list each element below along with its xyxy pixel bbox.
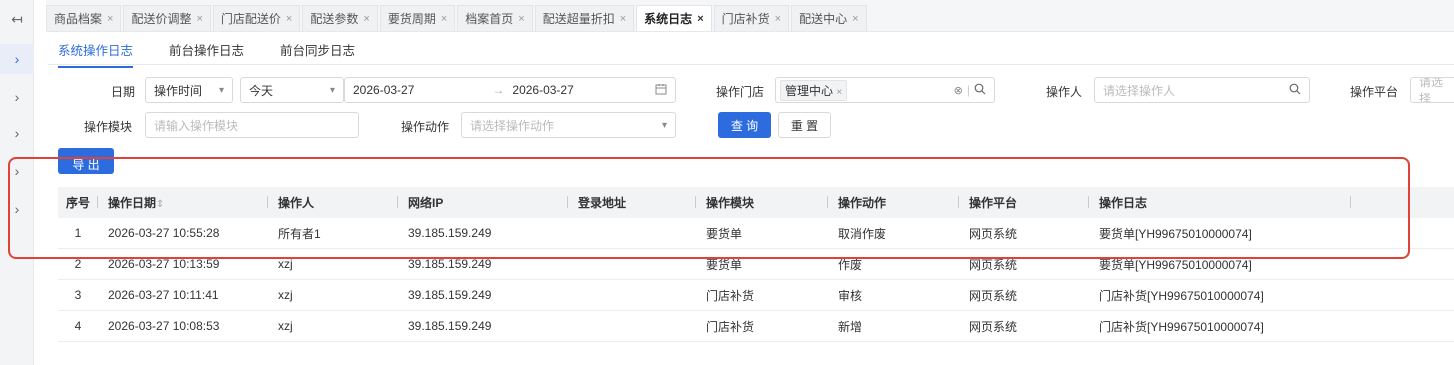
column-header-login-address: 登录地址: [568, 194, 696, 211]
column-header-ip: 网络IP: [398, 194, 568, 211]
date-label: 日期: [111, 85, 136, 99]
column-header-index: 序号: [58, 194, 98, 211]
tab-store-replenish[interactable]: 门店补货 ×: [713, 5, 790, 31]
column-header-operator: 操作人: [268, 194, 398, 211]
sort-icon[interactable]: ⇕: [156, 199, 164, 210]
platform-select[interactable]: 请选择: [1410, 77, 1454, 103]
close-icon[interactable]: ×: [697, 13, 703, 25]
column-header-module: 操作模块: [696, 194, 828, 211]
action-select[interactable]: 请选择操作动作 ▾: [461, 112, 676, 138]
search-icon[interactable]: [1289, 83, 1301, 98]
column-header-date[interactable]: 操作日期⇕: [98, 194, 268, 211]
tab-delivery-price-adjust[interactable]: 配送价调整 ×: [123, 5, 211, 31]
close-icon[interactable]: ×: [363, 13, 369, 25]
column-header-log: 操作日志: [1089, 194, 1351, 211]
chevron-down-icon: ▾: [329, 84, 335, 96]
date-type-select[interactable]: 操作时间 ▾: [145, 77, 233, 103]
close-icon[interactable]: ×: [775, 13, 781, 25]
module-input[interactable]: 请输入操作模块: [145, 112, 359, 138]
tab-order-cycle[interactable]: 要货周期 ×: [379, 5, 456, 31]
date-range-picker[interactable]: 2026-03-27 → 2026-03-27: [344, 77, 676, 103]
date-end[interactable]: 2026-03-27: [512, 83, 573, 97]
store-select[interactable]: 管理中心 × ⊗ |: [775, 77, 995, 103]
action-label: 操作动作: [401, 120, 450, 134]
left-rail: ↤ › › › › ›: [0, 0, 34, 365]
expand-icon[interactable]: ›: [0, 82, 34, 112]
table-header: 序号 操作日期⇕ 操作人 网络IP 登录地址 操作模块 操作动作 操作平台 操作…: [58, 187, 1454, 218]
close-icon[interactable]: ×: [852, 13, 858, 25]
reset-button[interactable]: 重 置: [778, 112, 831, 138]
close-icon[interactable]: ×: [286, 13, 292, 25]
column-header-platform: 操作平台: [959, 194, 1089, 211]
close-icon[interactable]: ×: [518, 13, 524, 25]
store-tag: 管理中心 ×: [780, 79, 848, 101]
search-icon[interactable]: [974, 83, 986, 98]
clear-icon[interactable]: ⊗: [954, 84, 963, 97]
column-header-action: 操作动作: [828, 194, 959, 211]
operator-select[interactable]: 请选择操作人: [1094, 77, 1310, 103]
calendar-icon[interactable]: [655, 83, 667, 98]
tab-overage-discount[interactable]: 配送超量折扣 ×: [534, 5, 635, 31]
table-row[interactable]: 2 2026-03-27 10:13:59 xzj 39.185.159.249…: [58, 249, 1454, 280]
divider: |: [966, 83, 970, 97]
tab-product-archive[interactable]: 商品档案 ×: [46, 5, 122, 31]
tab-store-delivery-price[interactable]: 门店配送价 ×: [212, 5, 301, 31]
store-label: 操作门店: [716, 85, 765, 99]
expand-icon[interactable]: ›: [0, 156, 34, 186]
operator-label: 操作人: [1046, 85, 1083, 99]
tab-archive-home[interactable]: 档案首页 ×: [457, 5, 533, 31]
export-button[interactable]: 导 出: [58, 148, 114, 174]
module-label: 操作模块: [84, 120, 133, 134]
date-preset-select[interactable]: 今天 ▾: [240, 77, 344, 103]
expand-icon[interactable]: ›: [0, 118, 34, 148]
tab-system-log[interactable]: 系统日志 ×: [636, 5, 712, 31]
divider: [48, 64, 1454, 65]
tab-delivery-center[interactable]: 配送中心 ×: [791, 5, 867, 31]
date-start[interactable]: 2026-03-27: [353, 83, 414, 97]
close-icon[interactable]: ×: [836, 87, 842, 98]
close-icon[interactable]: ×: [441, 13, 447, 25]
close-icon[interactable]: ×: [196, 13, 202, 25]
log-table: 序号 操作日期⇕ 操作人 网络IP 登录地址 操作模块 操作动作 操作平台 操作…: [58, 187, 1454, 342]
table-row[interactable]: 4 2026-03-27 10:08:53 xzj 39.185.159.249…: [58, 311, 1454, 342]
expand-icon[interactable]: ›: [0, 44, 34, 74]
collapse-icon[interactable]: ↤: [0, 4, 34, 34]
table-row[interactable]: 3 2026-03-27 10:11:41 xzj 39.185.159.249…: [58, 280, 1454, 311]
platform-label: 操作平台: [1350, 85, 1399, 99]
query-button[interactable]: 查 询: [718, 112, 771, 138]
tab-bar: 商品档案 × 配送价调整 × 门店配送价 × 配送参数 × 要货周期 × 档案首页 × 配送…: [46, 0, 1454, 32]
table-row[interactable]: 1 2026-03-27 10:55:28 所有者1 39.185.159.24…: [58, 218, 1454, 249]
expand-icon[interactable]: ›: [0, 194, 34, 224]
close-icon[interactable]: ×: [620, 13, 626, 25]
chevron-down-icon: ▾: [218, 84, 224, 96]
tab-delivery-params[interactable]: 配送参数 ×: [302, 5, 378, 31]
chevron-down-icon: ▾: [661, 119, 667, 131]
arrow-right-icon: →: [492, 83, 505, 97]
close-icon[interactable]: ×: [107, 13, 113, 25]
